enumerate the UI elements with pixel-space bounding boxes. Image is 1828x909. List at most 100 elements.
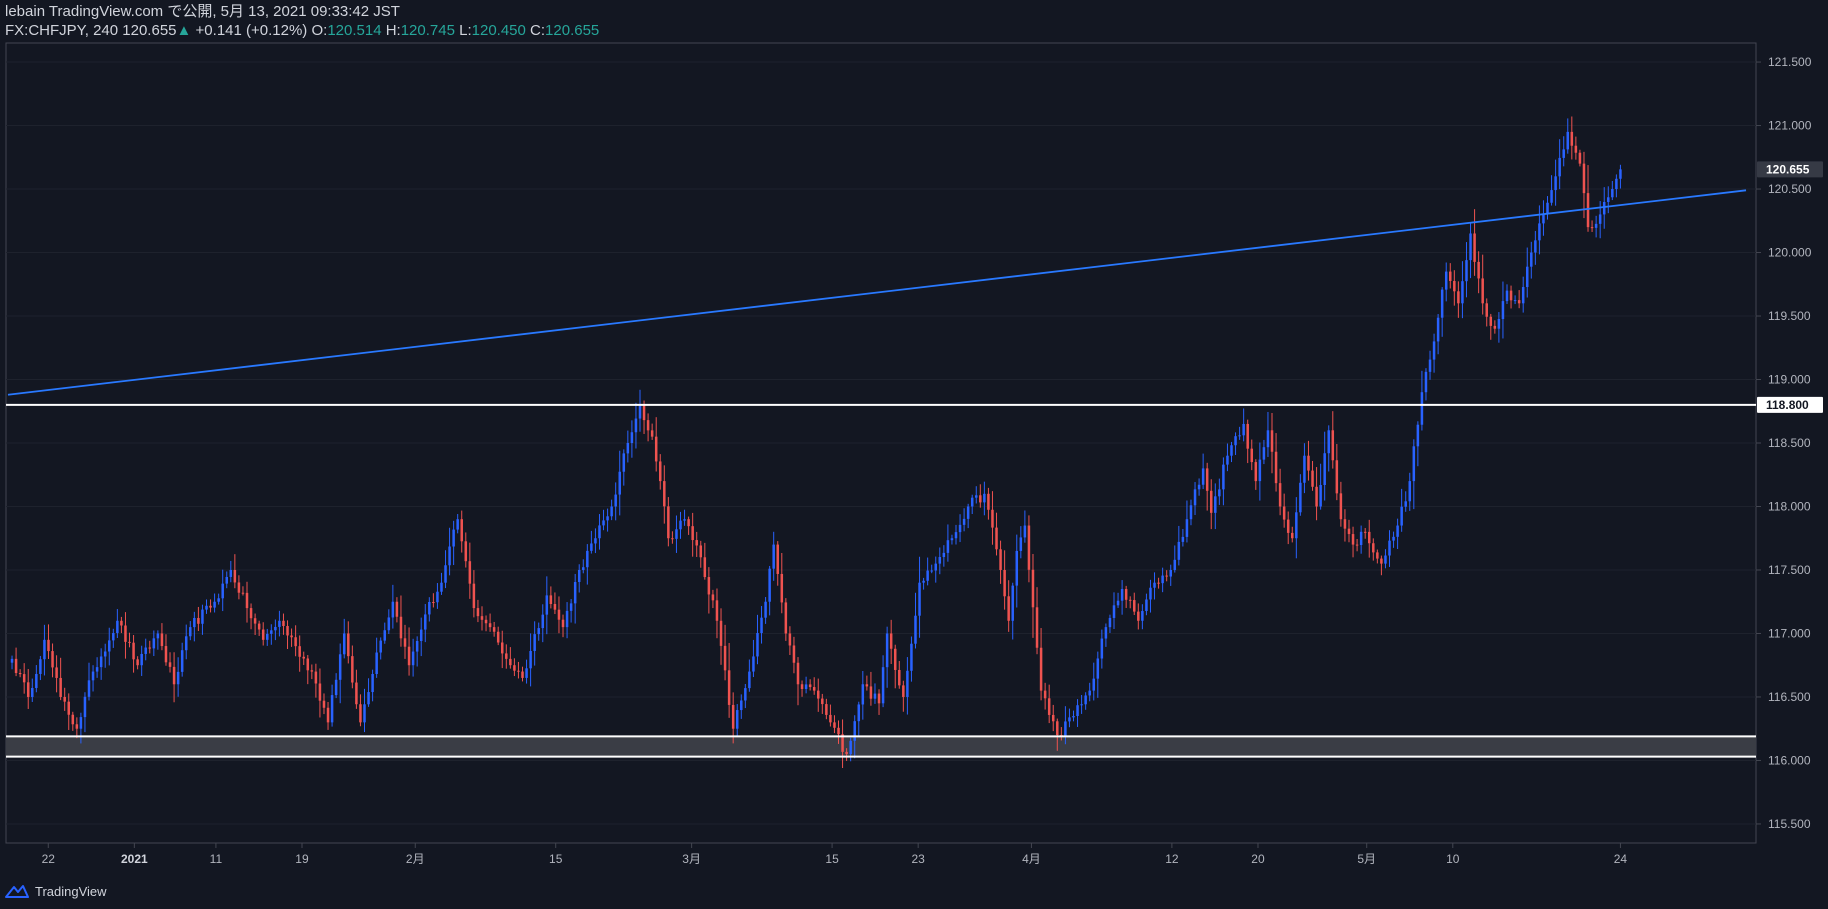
- candle-up: [91, 665, 95, 692]
- candle-body: [1104, 627, 1108, 639]
- candle-body: [249, 608, 253, 619]
- candle-up: [1607, 186, 1610, 214]
- candle-down: [1035, 587, 1039, 655]
- candle-body: [962, 518, 966, 525]
- candle-body: [970, 497, 974, 507]
- candle-body: [1242, 423, 1245, 436]
- candle-up: [1534, 230, 1537, 265]
- candle-body: [642, 404, 646, 421]
- candle-up: [1384, 549, 1387, 569]
- candle-body: [1064, 721, 1067, 736]
- candle-body: [302, 656, 305, 659]
- candle-body: [1246, 423, 1249, 449]
- candle-up: [1234, 432, 1237, 455]
- candle-up: [1193, 482, 1197, 516]
- candle-down: [318, 668, 322, 718]
- candle-body: [1481, 278, 1484, 304]
- candle-down: [1311, 460, 1314, 491]
- candle-up: [1197, 478, 1201, 496]
- candle-down: [1590, 220, 1594, 232]
- candle-body: [371, 673, 374, 693]
- drawings[interactable]: [6, 189, 1756, 758]
- candle-body: [71, 714, 75, 725]
- candle-body: [525, 668, 528, 678]
- tradingview-watermark[interactable]: TradingView: [5, 880, 107, 902]
- candle-body: [622, 453, 626, 472]
- candle-down: [26, 668, 30, 709]
- candle-body: [792, 645, 796, 663]
- candle-up: [1108, 614, 1112, 633]
- candle-body: [266, 633, 269, 640]
- candle-up: [39, 655, 42, 681]
- candle-body: [314, 671, 318, 684]
- candle-body: [1538, 223, 1541, 241]
- candle-up: [112, 628, 115, 648]
- candle-body: [723, 645, 727, 671]
- candle-up: [735, 704, 739, 736]
- candle-down: [877, 689, 881, 715]
- candle-body: [411, 651, 415, 666]
- candle-body: [658, 461, 662, 482]
- candle-down: [1347, 519, 1351, 543]
- candle-up: [1226, 443, 1229, 472]
- candle-up: [1513, 295, 1517, 305]
- candle-up: [545, 576, 549, 635]
- candle-up: [444, 550, 447, 589]
- candle-body: [1408, 481, 1412, 502]
- candle-down: [784, 598, 788, 641]
- candle-up: [1112, 592, 1116, 629]
- candle-down: [1351, 526, 1355, 558]
- candle-body: [845, 751, 848, 755]
- x-tick-label: 22: [42, 852, 56, 866]
- candle-body: [1578, 152, 1582, 164]
- candle-up: [573, 573, 577, 624]
- candle-body: [1161, 575, 1164, 584]
- candle-body: [1043, 690, 1047, 699]
- candle-up: [229, 560, 233, 583]
- candle-body: [1501, 301, 1505, 320]
- candle-body: [1303, 455, 1306, 483]
- candle-down: [1157, 577, 1160, 589]
- candle-up: [140, 645, 143, 676]
- candle-body: [695, 540, 698, 546]
- candle-up: [1416, 421, 1420, 467]
- candle-body: [756, 633, 759, 657]
- candle-down: [128, 632, 131, 648]
- ascending-trendline[interactable]: [7, 189, 1747, 396]
- support-zone[interactable]: [6, 736, 1756, 757]
- candlestick-chart[interactable]: 115.500 116.000 116.500 117.000 117.500 118.0…: [0, 0, 1828, 909]
- candle-body: [452, 529, 455, 547]
- candle-up: [602, 509, 605, 531]
- candle-body: [1461, 281, 1464, 304]
- candle-body: [124, 625, 127, 642]
- candle-down: [488, 613, 492, 632]
- candle-up: [144, 638, 147, 661]
- candle-body: [1189, 505, 1193, 520]
- candle-up: [436, 583, 439, 609]
- candle-up: [1619, 164, 1622, 189]
- x-tick-label: 5月: [1357, 852, 1376, 866]
- candle-body: [885, 633, 889, 668]
- candle-body: [403, 638, 407, 647]
- candle-up: [1080, 695, 1083, 714]
- candle-body: [837, 727, 840, 735]
- candle-body: [1262, 447, 1266, 460]
- candle-up: [1521, 276, 1525, 313]
- candle-body: [1250, 448, 1254, 463]
- candle-down: [699, 540, 703, 568]
- candle-body: [975, 495, 978, 498]
- candle-body: [14, 658, 18, 674]
- candle-body: [1562, 149, 1565, 158]
- candle-down: [472, 570, 476, 618]
- candle-body: [881, 667, 885, 704]
- x-tick-label: 4月: [1022, 852, 1041, 866]
- candle-up: [582, 559, 585, 574]
- candle-down: [987, 487, 990, 520]
- candle-body: [415, 640, 419, 652]
- candle-down: [395, 597, 399, 623]
- time-axis[interactable]: 22 2021 11 19 2月 15 3月 15 23 4月 12 20 5月 10 24: [42, 843, 1628, 866]
- candle-body: [1517, 300, 1521, 304]
- candle-body: [707, 577, 711, 595]
- candle-body: [318, 683, 322, 701]
- candle-body: [1542, 214, 1545, 224]
